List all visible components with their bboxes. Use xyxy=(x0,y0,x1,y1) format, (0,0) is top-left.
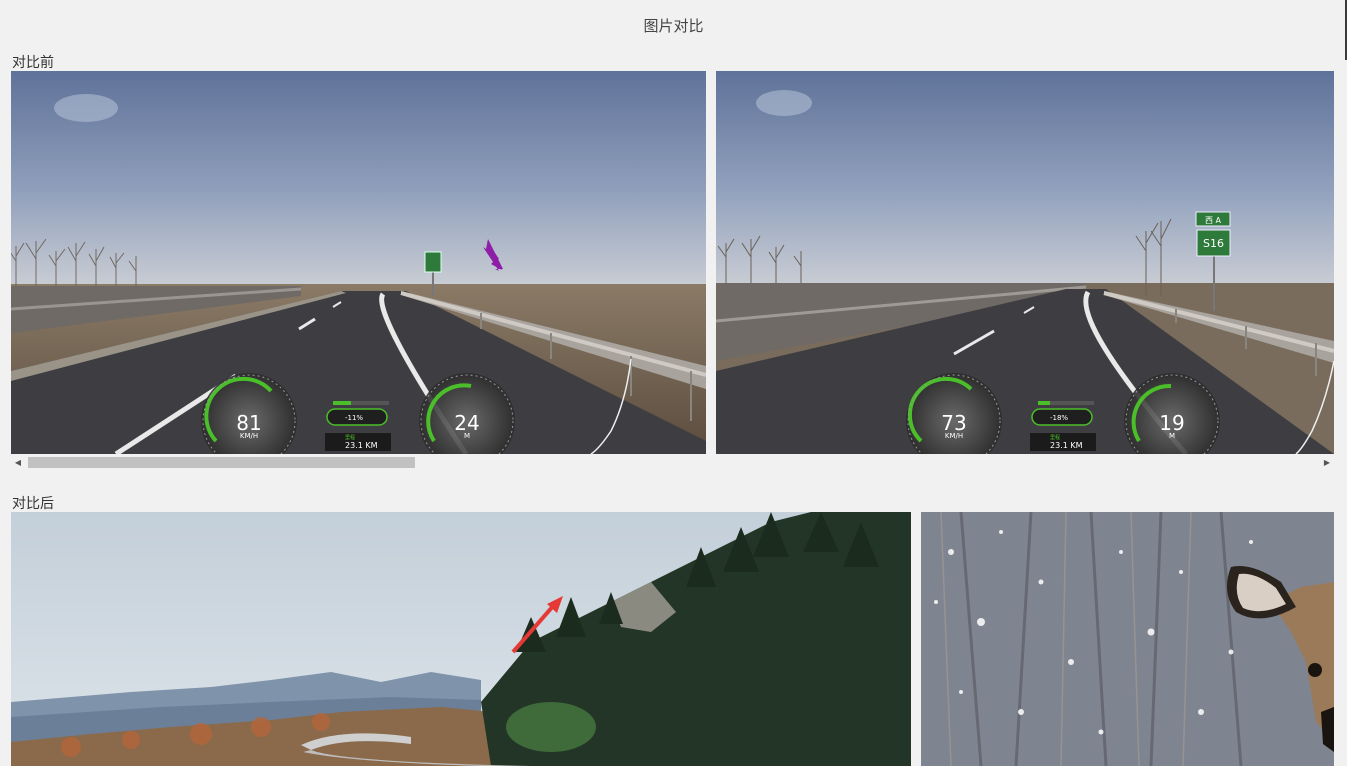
triangle-left-icon[interactable]: ◀ xyxy=(11,455,25,470)
distance-readout: 23.1 KM xyxy=(1050,441,1083,450)
altitude-unit: M xyxy=(464,432,470,440)
slope-readout: -18% xyxy=(1050,414,1068,422)
speed-unit: KM/H xyxy=(240,432,258,440)
speed-unit: KM/H xyxy=(945,432,963,440)
scrollbar-thumb[interactable] xyxy=(28,457,415,468)
after-image-2 xyxy=(921,512,1334,766)
before-image-1: 81 KM/H -11% 里程 23.1 KM 24 M xyxy=(11,71,706,454)
distance-label: 里程 xyxy=(1050,434,1060,441)
distance-label: 里程 xyxy=(345,434,355,441)
horizontal-scrollbar[interactable]: ◀ ▶ xyxy=(11,455,1334,470)
page-title: 图片对比 xyxy=(643,17,704,35)
altitude-unit: M xyxy=(1169,432,1175,440)
before-image-2: 西 A S16 73 KM/H -18% 里程 23.1 KM 19 M xyxy=(716,71,1334,454)
section-label-after: 对比后 xyxy=(12,496,54,512)
distance-readout: 23.1 KM xyxy=(345,441,378,450)
section-label-before: 对比前 xyxy=(12,55,54,71)
after-image-1 xyxy=(11,512,911,766)
triangle-right-icon[interactable]: ▶ xyxy=(1320,455,1334,470)
slope-readout: -11% xyxy=(345,414,363,422)
road-sign-top: 西 A xyxy=(1205,216,1222,225)
road-sign-main: S16 xyxy=(1203,237,1224,250)
